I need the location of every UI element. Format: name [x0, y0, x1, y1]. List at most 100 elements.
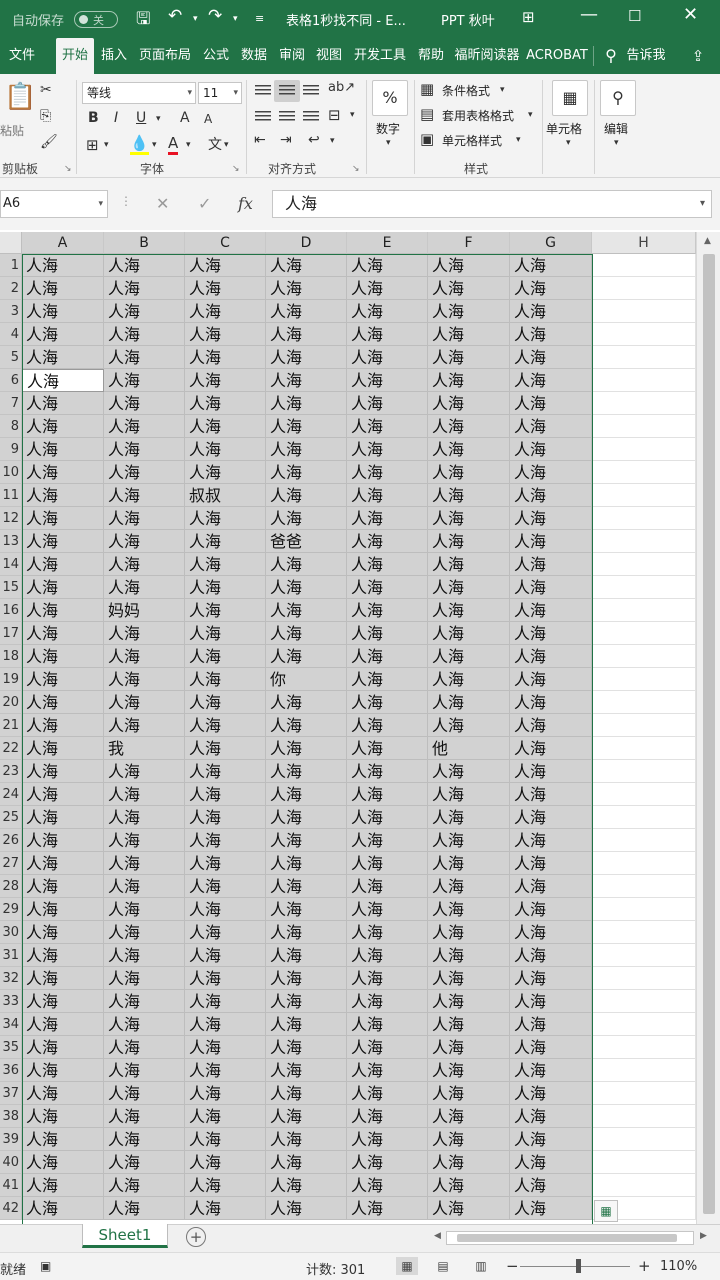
cell-b28[interactable]: 人海: [104, 875, 185, 898]
cell-h5[interactable]: [592, 346, 696, 369]
row-header[interactable]: 3: [0, 300, 22, 323]
cell-c16[interactable]: 人海: [185, 599, 266, 622]
cell-b9[interactable]: 人海: [104, 438, 185, 461]
cell-c39[interactable]: 人海: [185, 1128, 266, 1151]
cell-g17[interactable]: 人海: [510, 622, 592, 645]
cell-c41[interactable]: 人海: [185, 1174, 266, 1197]
cell-a26[interactable]: 人海: [22, 829, 104, 852]
sheet-tab-sheet1[interactable]: Sheet1: [82, 1224, 168, 1248]
row-header[interactable]: 22: [0, 737, 22, 760]
cell-a30[interactable]: 人海: [22, 921, 104, 944]
cell-a17[interactable]: 人海: [22, 622, 104, 645]
italic-button[interactable]: I: [114, 110, 118, 126]
cell-a22[interactable]: 人海: [22, 737, 104, 760]
cell-c19[interactable]: 人海: [185, 668, 266, 691]
edit-dropdown-icon[interactable]: ▾: [614, 138, 619, 148]
cell-b13[interactable]: 人海: [104, 530, 185, 553]
orientation-icon[interactable]: ab↗: [328, 80, 355, 95]
clipboard-launcher-icon[interactable]: ↘: [64, 164, 72, 174]
cell-e42[interactable]: 人海: [347, 1197, 428, 1220]
paste-icon[interactable]: 📋: [4, 82, 36, 112]
cell-f17[interactable]: 人海: [428, 622, 510, 645]
spreadsheet-grid[interactable]: ABCDEFGH 1 人海 人海 人海 人海 人海 人海 人海 2 人海 人海 人海 人海 人海 人海 人海 3…: [0, 232, 696, 1224]
cell-a3[interactable]: 人海: [22, 300, 104, 323]
cell-f24[interactable]: 人海: [428, 783, 510, 806]
cell-a16[interactable]: 人海: [22, 599, 104, 622]
cell-b39[interactable]: 人海: [104, 1128, 185, 1151]
row-header[interactable]: 36: [0, 1059, 22, 1082]
row-header[interactable]: 30: [0, 921, 22, 944]
cell-e22[interactable]: 人海: [347, 737, 428, 760]
cell-h27[interactable]: [592, 852, 696, 875]
quick-analysis-icon[interactable]: ▦: [594, 1200, 618, 1222]
cell-a10[interactable]: 人海: [22, 461, 104, 484]
cell-g22[interactable]: 人海: [510, 737, 592, 760]
cell-h4[interactable]: [592, 323, 696, 346]
cell-f20[interactable]: 人海: [428, 691, 510, 714]
cell-g20[interactable]: 人海: [510, 691, 592, 714]
cell-f40[interactable]: 人海: [428, 1151, 510, 1174]
row-header[interactable]: 9: [0, 438, 22, 461]
tab-acrobat[interactable]: ACROBAT: [523, 38, 591, 74]
cell-e36[interactable]: 人海: [347, 1059, 428, 1082]
cell-b23[interactable]: 人海: [104, 760, 185, 783]
row-header[interactable]: 5: [0, 346, 22, 369]
cell-b40[interactable]: 人海: [104, 1151, 185, 1174]
cell-e30[interactable]: 人海: [347, 921, 428, 944]
column-header-g[interactable]: G: [510, 232, 592, 254]
cell-h8[interactable]: [592, 415, 696, 438]
row-header[interactable]: 18: [0, 645, 22, 668]
cell-f26[interactable]: 人海: [428, 829, 510, 852]
page-layout-view-icon[interactable]: ▤: [432, 1257, 454, 1275]
conditional-format-button[interactable]: 条件格式: [442, 82, 490, 99]
cell-h15[interactable]: [592, 576, 696, 599]
cell-b15[interactable]: 人海: [104, 576, 185, 599]
cell-c35[interactable]: 人海: [185, 1036, 266, 1059]
cell-a20[interactable]: 人海: [22, 691, 104, 714]
cell-a6[interactable]: 人海: [22, 369, 104, 392]
cell-d2[interactable]: 人海: [266, 277, 347, 300]
phonetic-dropdown-icon[interactable]: ▾: [224, 140, 229, 150]
tab-developer[interactable]: 开发工具: [349, 38, 411, 74]
redo-icon[interactable]: ↷: [208, 6, 222, 26]
cell-h41[interactable]: [592, 1174, 696, 1197]
cell-f16[interactable]: 人海: [428, 599, 510, 622]
cell-b12[interactable]: 人海: [104, 507, 185, 530]
align-top-button[interactable]: [250, 80, 276, 102]
cell-a5[interactable]: 人海: [22, 346, 104, 369]
cell-c42[interactable]: 人海: [185, 1197, 266, 1220]
cell-e31[interactable]: 人海: [347, 944, 428, 967]
cell-e23[interactable]: 人海: [347, 760, 428, 783]
row-header[interactable]: 25: [0, 806, 22, 829]
borders-icon[interactable]: ⊞: [86, 136, 99, 154]
grow-font-button[interactable]: A: [180, 110, 190, 126]
vertical-scrollbar[interactable]: ▲: [696, 232, 720, 1224]
cell-d21[interactable]: 人海: [266, 714, 347, 737]
cell-d7[interactable]: 人海: [266, 392, 347, 415]
cell-h30[interactable]: [592, 921, 696, 944]
cell-f9[interactable]: 人海: [428, 438, 510, 461]
cell-a12[interactable]: 人海: [22, 507, 104, 530]
cell-a4[interactable]: 人海: [22, 323, 104, 346]
table-format-icon[interactable]: ▤: [420, 105, 434, 123]
merge-center-icon[interactable]: ⊟: [328, 106, 341, 124]
cell-e8[interactable]: 人海: [347, 415, 428, 438]
cell-h36[interactable]: [592, 1059, 696, 1082]
cell-c31[interactable]: 人海: [185, 944, 266, 967]
row-header[interactable]: 2: [0, 277, 22, 300]
cell-b41[interactable]: 人海: [104, 1174, 185, 1197]
cells-dropdown-icon[interactable]: ▾: [566, 138, 571, 148]
cell-g16[interactable]: 人海: [510, 599, 592, 622]
cell-e14[interactable]: 人海: [347, 553, 428, 576]
cell-a13[interactable]: 人海: [22, 530, 104, 553]
tab-review[interactable]: 审阅: [274, 38, 310, 74]
tab-insert[interactable]: 插入: [96, 38, 132, 74]
cell-d23[interactable]: 人海: [266, 760, 347, 783]
share-icon[interactable]: ⇪: [684, 38, 712, 74]
cell-f15[interactable]: 人海: [428, 576, 510, 599]
cell-h20[interactable]: [592, 691, 696, 714]
cell-d39[interactable]: 人海: [266, 1128, 347, 1151]
underline-button[interactable]: U: [136, 110, 146, 126]
cell-e10[interactable]: 人海: [347, 461, 428, 484]
cell-f21[interactable]: 人海: [428, 714, 510, 737]
